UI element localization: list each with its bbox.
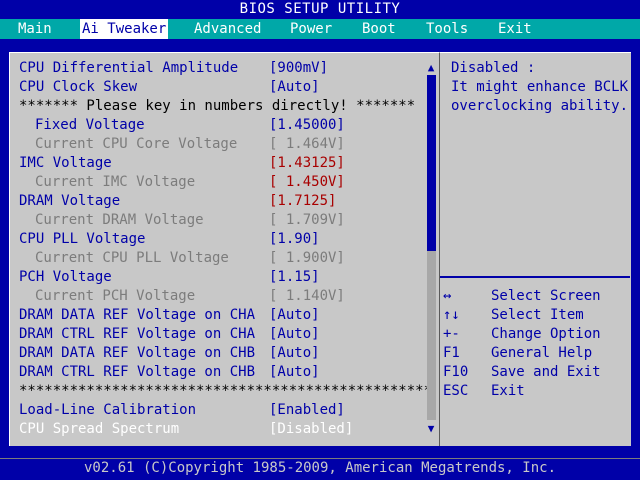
readout-label: Current IMC Voltage: [35, 174, 196, 190]
help-divider: [440, 276, 630, 278]
key-description: Exit: [491, 383, 525, 399]
setting-label: Load-Line Calibration: [19, 402, 197, 418]
key-description: Select Item: [491, 307, 584, 323]
tab-advanced[interactable]: Advanced: [192, 19, 263, 39]
readout-label: Current PCH Voltage: [35, 288, 196, 304]
setting-label: DRAM DATA REF Voltage on CHA: [19, 307, 256, 323]
left-right-arrows-icon: ↔: [443, 288, 452, 304]
setting-value[interactable]: [1.45000]: [269, 116, 345, 135]
setting-value[interactable]: [900mV]: [269, 59, 328, 78]
setting-label: DRAM DATA REF Voltage on CHB: [19, 345, 256, 361]
tab-power[interactable]: Power: [288, 19, 334, 39]
setting-value[interactable]: [1.90]: [269, 230, 320, 249]
separator-text: ****************************************…: [19, 383, 433, 399]
setting-label: DRAM CTRL REF Voltage on CHB: [19, 364, 256, 380]
setting-label: DRAM Voltage: [19, 193, 121, 209]
f10-key: F10: [443, 364, 469, 380]
setting-value[interactable]: [Enabled]: [269, 401, 345, 420]
settings-panel: CPU Differential Amplitude [900mV] CPU C…: [9, 52, 439, 446]
plus-minus-key: +-: [443, 326, 460, 342]
scrollbar-thumb[interactable]: [427, 75, 436, 251]
setting-value[interactable]: [Auto]: [269, 78, 320, 97]
up-down-arrows-icon: ↑↓: [443, 307, 460, 323]
help-panel: Disabled : It might enhance BCLK overclo…: [439, 52, 631, 446]
menu-bar: Main Ai Tweaker Advanced Power Boot Tool…: [0, 19, 640, 39]
readout-label: Current DRAM Voltage: [35, 212, 204, 228]
readout-value: [ 1.709V]: [269, 212, 345, 228]
setting-label: PCH Voltage: [19, 269, 112, 285]
note-text: ******* Please key in numbers directly! …: [19, 98, 416, 114]
readout-value: [ 1.900V]: [269, 250, 345, 266]
scroll-down-icon[interactable]: ▼: [424, 422, 438, 436]
f1-key: F1: [443, 345, 460, 361]
scrollbar-track[interactable]: [427, 75, 436, 420]
setting-value[interactable]: [Auto]: [269, 306, 320, 325]
esc-key: ESC: [443, 383, 469, 399]
tab-ai-tweaker[interactable]: Ai Tweaker: [80, 19, 169, 39]
key-description: Select Screen: [491, 288, 601, 304]
setting-label: CPU Spread Spectrum: [19, 421, 180, 437]
key-description: General Help: [491, 345, 593, 361]
setting-value[interactable]: [Auto]: [269, 325, 320, 344]
setting-value[interactable]: [1.43125]: [269, 154, 345, 173]
readout-value: [ 1.140V]: [269, 288, 345, 304]
tab-main[interactable]: Main: [16, 19, 54, 39]
setting-value[interactable]: [Auto]: [269, 363, 320, 382]
setting-value[interactable]: [1.7125]: [269, 192, 336, 211]
help-text-line: overclocking ability.: [451, 98, 629, 114]
scroll-up-icon[interactable]: ▲: [424, 61, 438, 75]
tab-exit[interactable]: Exit: [496, 19, 534, 39]
tab-tools[interactable]: Tools: [424, 19, 470, 39]
setting-value[interactable]: [Disabled]: [269, 420, 353, 439]
help-text-line: It might enhance BCLK: [451, 79, 629, 95]
copyright-footer: v02.61 (C)Copyright 1985-2009, American …: [0, 458, 640, 477]
setting-label: CPU Clock Skew: [19, 79, 138, 95]
setting-value[interactable]: [1.15]: [269, 268, 320, 287]
readout-label: Current CPU PLL Voltage: [35, 250, 229, 266]
setting-label: IMC Voltage: [19, 155, 112, 171]
readout-label: Current CPU Core Voltage: [35, 136, 238, 152]
setting-label: CPU PLL Voltage: [19, 231, 146, 247]
bios-title: BIOS SETUP UTILITY: [239, 1, 401, 17]
setting-label: CPU Differential Amplitude: [19, 60, 239, 76]
setting-value[interactable]: [Auto]: [269, 344, 320, 363]
key-description: Change Option: [491, 326, 601, 342]
help-text-line: Disabled :: [451, 60, 536, 76]
readout-value: [ 1.464V]: [269, 136, 345, 152]
setting-label: Fixed Voltage: [35, 117, 145, 133]
key-description: Save and Exit: [491, 364, 601, 380]
setting-label: DRAM CTRL REF Voltage on CHA: [19, 326, 256, 342]
readout-value: [ 1.450V]: [269, 174, 345, 190]
tab-boot[interactable]: Boot: [360, 19, 398, 39]
